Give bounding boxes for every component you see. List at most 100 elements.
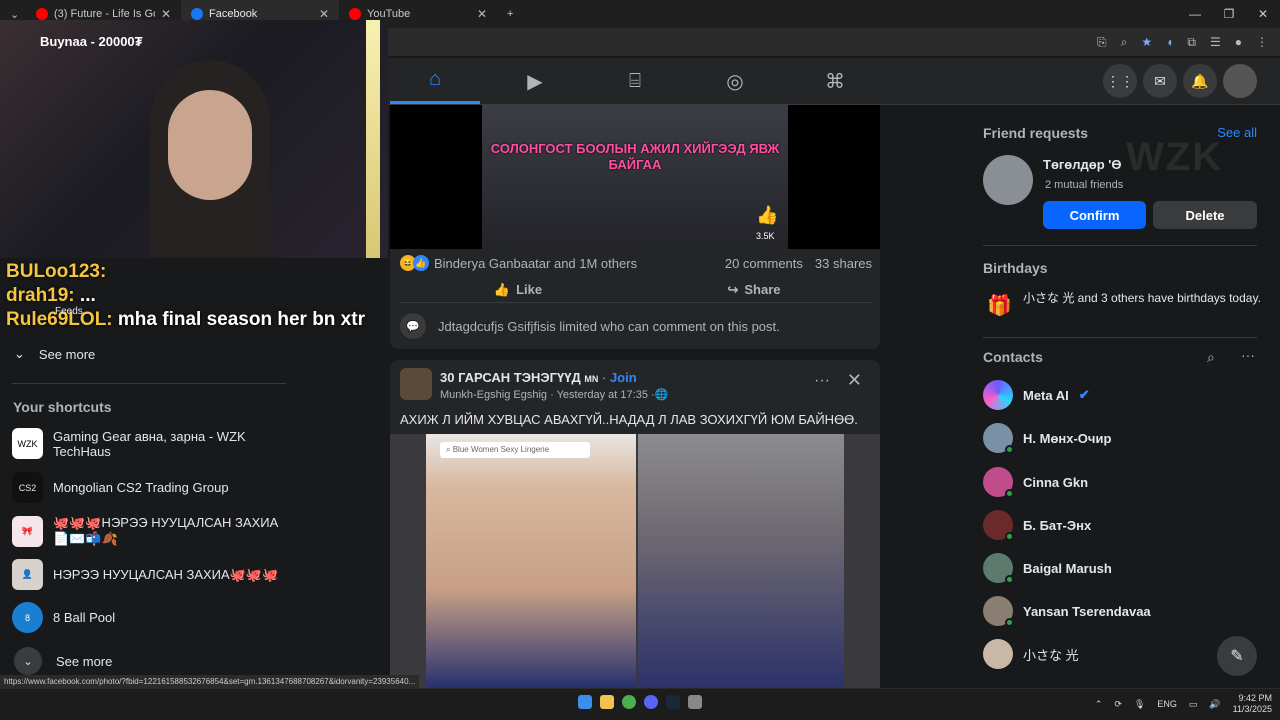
- share-button[interactable]: ↪ Share: [636, 277, 872, 302]
- audio-icon[interactable]: ◖: [1166, 35, 1173, 49]
- restore-icon[interactable]: ❐: [1212, 0, 1246, 28]
- post-author[interactable]: Munkh-Egshig Egshig: [440, 389, 547, 401]
- file-explorer-icon[interactable]: [600, 695, 614, 709]
- shortcut-thumb: CS2: [12, 472, 43, 503]
- chevron-up-icon[interactable]: ⌃: [1095, 699, 1103, 710]
- volume-icon[interactable]: 🔊: [1209, 699, 1220, 710]
- image-left: [426, 434, 636, 688]
- chrome-icon[interactable]: [622, 695, 636, 709]
- thumbs-up-icon: 👍: [493, 281, 511, 297]
- contact-name: 小さな 光: [1023, 647, 1079, 663]
- thumbs-up-icon[interactable]: 👍: [756, 205, 778, 226]
- network-icon[interactable]: ▭: [1189, 699, 1198, 710]
- reading-list-icon[interactable]: ☰: [1210, 35, 1221, 49]
- contact-avatar: [983, 510, 1014, 541]
- request-name[interactable]: Төгөлдөр 'Ө: [1043, 157, 1121, 172]
- close-window-icon[interactable]: ✕: [1246, 0, 1280, 28]
- stream-chat: BULoo123: drah19: ... Rule69LOL: mha fin…: [6, 260, 386, 332]
- mutual-friends: 2 mutual friends: [1045, 179, 1124, 191]
- join-button[interactable]: Join: [610, 370, 637, 385]
- webcam-face: [168, 90, 252, 200]
- more-options-icon[interactable]: ···: [814, 372, 830, 390]
- shares-count[interactable]: 33 shares: [815, 256, 872, 271]
- messenger-icon[interactable]: ✉: [1143, 64, 1177, 98]
- sync-icon[interactable]: ⟳: [1114, 699, 1122, 710]
- image-search-bar: ⌕ Blue Women Sexy Lingerie: [440, 442, 590, 458]
- chat-username: drah19:: [6, 285, 75, 306]
- contact-item[interactable]: Meta AI ✔: [983, 380, 1090, 410]
- minimize-icon[interactable]: —: [1178, 0, 1212, 28]
- globe-icon: ·🌐: [651, 389, 669, 401]
- shortcut-item[interactable]: WZK Gaming Gear авна, зарна - WZK TechHa…: [12, 428, 282, 459]
- contact-avatar: [983, 596, 1014, 627]
- contact-item[interactable]: 小さな 光: [983, 639, 1079, 669]
- new-message-icon[interactable]: ✎: [1217, 636, 1257, 676]
- post-time[interactable]: Yesterday at 17:35: [557, 389, 648, 401]
- contact-name: Baigal Marush: [1023, 560, 1112, 576]
- comments-count[interactable]: 20 comments: [725, 256, 803, 271]
- close-tab-icon[interactable]: ✕: [477, 7, 487, 21]
- post-image[interactable]: ⌕ Blue Women Sexy Lingerie: [390, 434, 880, 688]
- video-player[interactable]: СОЛОНГОСТ БООЛЫН АЖИЛ ХИЙГЭЭД ЯВЖ БАЙГАА…: [390, 105, 880, 249]
- bookmark-star-icon[interactable]: ★: [1141, 35, 1152, 49]
- search-icon[interactable]: ⌕: [1207, 349, 1215, 366]
- see-more-top[interactable]: ⌄ See more: [14, 346, 95, 362]
- video-like-count: 3.5K: [756, 231, 775, 241]
- menu-grid-icon[interactable]: ⋮⋮: [1103, 64, 1137, 98]
- clock[interactable]: 9:42 PM 11/3/2025: [1233, 693, 1272, 715]
- contact-name: Н. Мөнх-Очир: [1023, 430, 1112, 446]
- birthday-text[interactable]: 小さな 光 and 3 others have birthdays today.: [1023, 290, 1263, 306]
- contact-name: Cinna Gkn: [1023, 474, 1089, 490]
- group-avatar[interactable]: [400, 368, 432, 400]
- chat-message: BULoo123:: [6, 260, 386, 284]
- account-avatar[interactable]: [1223, 64, 1257, 98]
- group-name[interactable]: 30 ГАРСАН ТЭНЭГҮҮД: [440, 370, 581, 385]
- like-button[interactable]: 👍 Like: [400, 277, 636, 302]
- close-tab-icon[interactable]: ✕: [319, 7, 329, 21]
- notifications-icon[interactable]: 🔔: [1183, 64, 1217, 98]
- left-column: Buynaa - 20000₮ BULoo123: drah19: ... Ru…: [0, 20, 388, 688]
- request-avatar[interactable]: [983, 155, 1033, 205]
- shortcut-item[interactable]: 🎀 🐙🐙🐙НЭРЭЭ НУУЦАЛСАН ЗАХИА📄✉️📬🍂: [12, 515, 282, 547]
- shortcuts-title: Your shortcuts: [13, 399, 112, 415]
- contact-item[interactable]: Н. Мөнх-Очир: [983, 423, 1112, 454]
- mic-icon[interactable]: 🎙: [1134, 699, 1145, 710]
- marketplace-tab-icon[interactable]: ⌸: [590, 58, 680, 104]
- ring-light: [366, 20, 380, 258]
- right-rail: Friend requests See all Төгөлдөр 'Ө 2 mu…: [971, 105, 1271, 688]
- zoom-icon[interactable]: ⌕: [1121, 35, 1128, 50]
- profile-icon[interactable]: ●: [1235, 35, 1242, 49]
- install-icon[interactable]: ⎘: [1097, 35, 1107, 50]
- see-more-bottom[interactable]: ⌄ See more: [14, 647, 112, 675]
- app-icon[interactable]: [688, 695, 702, 709]
- video-caption: СОЛОНГОСТ БООЛЫН АЖИЛ ХИЙГЭЭД ЯВЖ БАЙГАА: [490, 141, 780, 172]
- feeds-label[interactable]: Feeds: [55, 306, 83, 317]
- home-tab-icon[interactable]: ⌂: [390, 58, 480, 104]
- contact-item[interactable]: Б. Бат-Энх: [983, 510, 1091, 541]
- new-tab-button[interactable]: +: [497, 0, 523, 28]
- close-tab-icon[interactable]: ✕: [161, 7, 171, 21]
- video-tab-icon[interactable]: ▶: [490, 58, 580, 104]
- verified-icon: ✔: [1078, 387, 1090, 402]
- confirm-button[interactable]: Confirm: [1043, 201, 1146, 229]
- groups-tab-icon[interactable]: ◎: [690, 58, 780, 104]
- gaming-tab-icon[interactable]: ⌘: [790, 58, 880, 104]
- contact-item[interactable]: Baigal Marush: [983, 553, 1112, 584]
- shortcut-item[interactable]: CS2 Mongolian CS2 Trading Group: [12, 472, 282, 503]
- more-options-icon[interactable]: ···: [1241, 347, 1255, 363]
- extensions-icon[interactable]: ⧉: [1187, 35, 1196, 50]
- contact-item[interactable]: Cinna Gkn: [983, 467, 1089, 498]
- reactions-summary[interactable]: Binderya Ganbaatar and 1M others: [434, 256, 637, 271]
- close-post-icon[interactable]: ✕: [847, 370, 862, 391]
- shortcut-item[interactable]: 8 8 Ball Pool: [12, 602, 282, 633]
- language-indicator[interactable]: ENG: [1157, 699, 1177, 709]
- see-all-link[interactable]: See all: [1217, 125, 1257, 140]
- contact-item[interactable]: Yansan Tserendavaa: [983, 596, 1151, 627]
- contact-avatar: [983, 639, 1013, 669]
- delete-button[interactable]: Delete: [1153, 201, 1257, 229]
- start-icon[interactable]: [578, 695, 592, 709]
- menu-icon[interactable]: ⋮: [1256, 35, 1268, 49]
- discord-icon[interactable]: [644, 695, 658, 709]
- shortcut-item[interactable]: 👤 НЭРЭЭ НУУЦАЛСАН ЗАХИА🐙🐙🐙: [12, 559, 282, 590]
- steam-icon[interactable]: [666, 695, 680, 709]
